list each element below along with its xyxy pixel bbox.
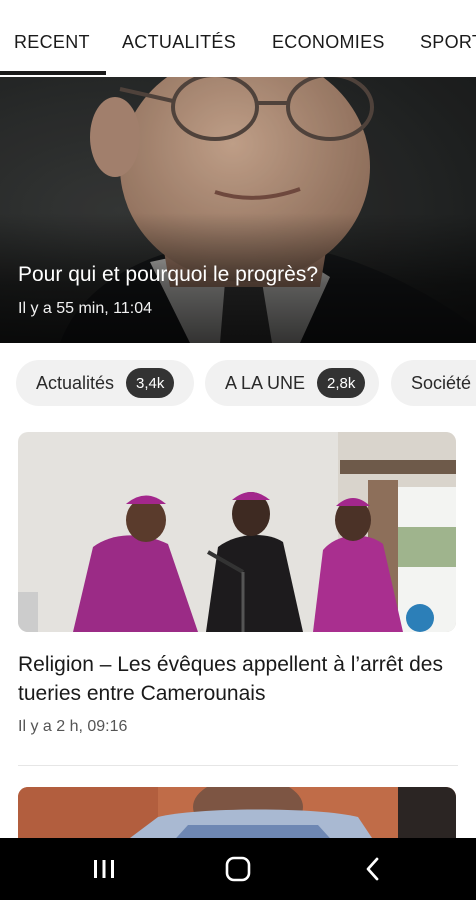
chip-label: Société <box>411 372 472 393</box>
divider <box>18 765 458 766</box>
chip-count-badge: 2,8k <box>317 368 366 398</box>
recent-apps-icon[interactable] <box>86 854 122 884</box>
hero-headline[interactable]: Pour qui et pourquoi le progrès? <box>18 263 318 287</box>
chip-count-badge: 3,4k <box>126 368 175 398</box>
chip-actualites[interactable]: Actualités 3,4k <box>16 360 194 406</box>
tab-sports[interactable]: SPORTS <box>420 32 476 53</box>
system-navigation-bar <box>0 838 476 900</box>
article-image <box>18 432 456 632</box>
category-tab-bar: RECENT ACTUALITÉS ECONOMIES SPORTS <box>0 0 476 76</box>
category-chips: Actualités 3,4k A LA UNE 2,8k Société <box>0 360 476 408</box>
article-timestamp: Il y a 2 h, 09:16 <box>18 718 128 735</box>
article-headline[interactable]: Religion – Les évêques appellent à l’arr… <box>18 650 456 708</box>
chip-a-la-une[interactable]: A LA UNE 2,8k <box>205 360 379 406</box>
chip-label: A LA UNE <box>225 372 306 393</box>
tab-actualites[interactable]: ACTUALITÉS <box>122 32 236 53</box>
chip-societe[interactable]: Société <box>391 360 476 406</box>
home-icon[interactable] <box>220 854 256 884</box>
hero-story[interactable]: Pour qui et pourquoi le progrès? Il y a … <box>0 77 476 343</box>
article-card[interactable]: Religion – Les évêques appellent à l’arr… <box>18 432 456 736</box>
back-icon[interactable] <box>355 854 391 884</box>
tab-recent[interactable]: RECENT <box>14 32 90 53</box>
tab-economies[interactable]: ECONOMIES <box>272 32 385 53</box>
active-tab-indicator <box>0 71 106 75</box>
chip-label: Actualités <box>36 372 115 393</box>
hero-timestamp: Il y a 55 min, 11:04 <box>18 300 152 317</box>
